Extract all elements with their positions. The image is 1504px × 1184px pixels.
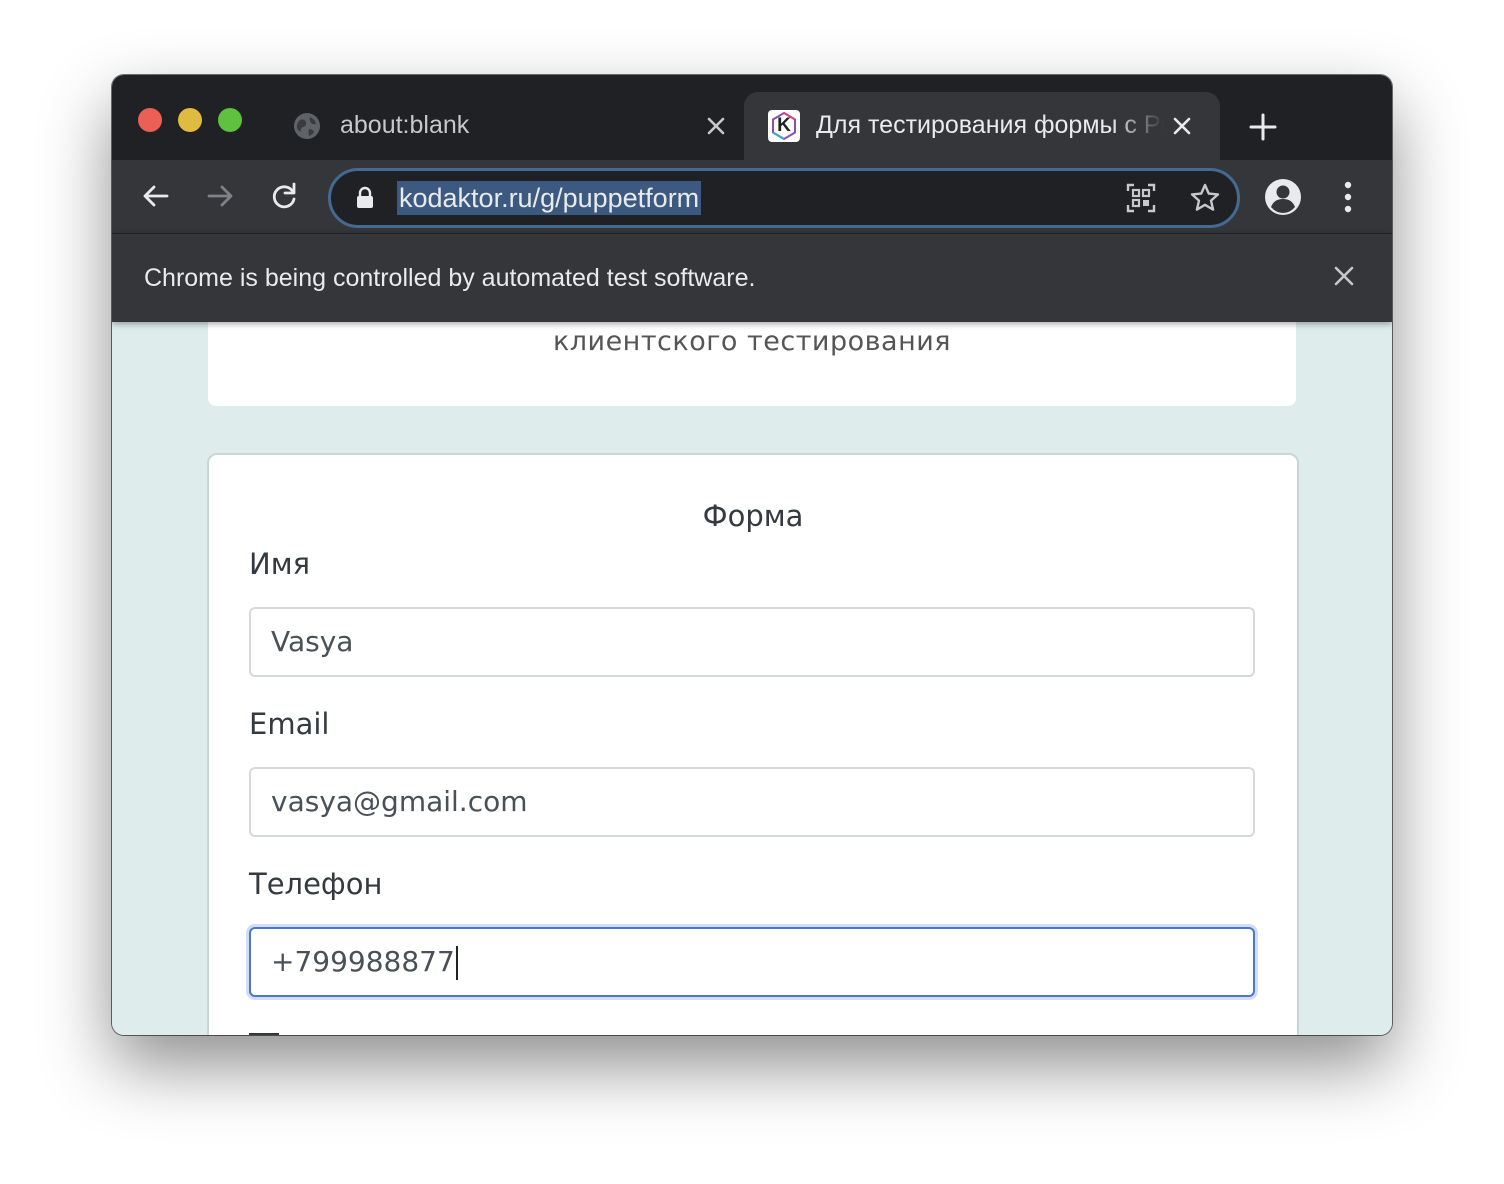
bookmark-star-icon[interactable] — [1189, 182, 1221, 214]
tab-about-blank[interactable]: about:blank — [272, 92, 742, 160]
lock-icon[interactable] — [355, 186, 375, 210]
text-caret — [455, 946, 458, 980]
forward-arrow-icon[interactable] — [204, 180, 236, 212]
browser-window: about:blank K Для тестирования формы с P… — [112, 75, 1392, 1035]
phone-label: Телефон — [249, 867, 383, 901]
tab-strip: about:blank K Для тестирования формы с P… — [112, 75, 1392, 160]
url-text[interactable]: kodaktor.ru/g/puppetform — [397, 181, 702, 215]
email-input[interactable]: vasya@gmail.com — [249, 767, 1255, 837]
close-window-button[interactable] — [138, 108, 162, 132]
reload-icon[interactable] — [268, 180, 300, 212]
profile-avatar-icon[interactable] — [1264, 178, 1302, 216]
phone-input[interactable]: +799988877 — [249, 927, 1255, 997]
tab-title: Для тестирования формы с Puppeteer — [816, 111, 1164, 139]
name-input-value: Vasya — [271, 625, 354, 658]
minimize-window-button[interactable] — [178, 108, 202, 132]
tab-puppetform[interactable]: K Для тестирования формы с Puppeteer — [744, 92, 1220, 160]
header-card: клиентского тестирования — [208, 322, 1296, 406]
close-icon[interactable] — [1332, 264, 1356, 288]
new-tab-plus-icon[interactable] — [1248, 112, 1278, 142]
qr-code-icon[interactable] — [1125, 182, 1157, 214]
page-content: клиентского тестирования Форма Имя Vasya… — [112, 322, 1392, 1035]
more-menu-icon[interactable] — [1340, 180, 1356, 214]
back-arrow-icon[interactable] — [140, 180, 172, 212]
form-title: Форма — [702, 499, 804, 533]
automation-infobar: Chrome is being controlled by automated … — [112, 233, 1392, 322]
browser-toolbar: kodaktor.ru/g/puppetform — [112, 160, 1392, 233]
phone-input-value: +799988877 — [271, 945, 455, 978]
favicon-letter: K — [777, 115, 791, 136]
email-input-value: vasya@gmail.com — [271, 785, 528, 818]
close-icon[interactable] — [1170, 114, 1194, 138]
close-icon[interactable] — [704, 114, 728, 138]
header-subtitle: клиентского тестирования — [552, 326, 952, 357]
kodaktor-favicon-icon: K — [768, 110, 800, 142]
maximize-window-button[interactable] — [218, 108, 242, 132]
name-input[interactable]: Vasya — [249, 607, 1255, 677]
name-label: Имя — [249, 547, 311, 581]
form-card: Форма Имя Vasya Email vasya@gmail.com Те… — [207, 453, 1299, 1035]
tab-title: about:blank — [340, 111, 470, 139]
address-bar[interactable]: kodaktor.ru/g/puppetform — [328, 168, 1240, 228]
globe-icon — [294, 113, 320, 139]
next-field-label-fragment — [249, 1033, 279, 1035]
email-label: Email — [249, 707, 330, 741]
infobar-message: Chrome is being controlled by automated … — [144, 264, 756, 292]
